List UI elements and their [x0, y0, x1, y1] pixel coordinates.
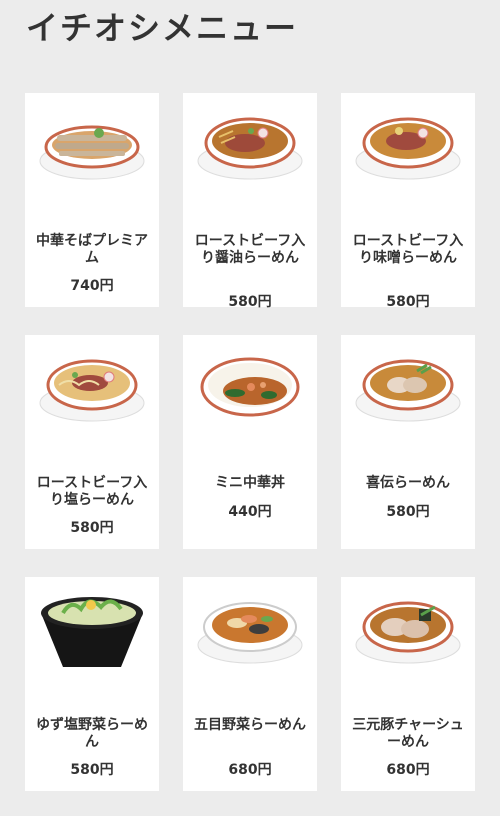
menu-item-price: 580円 [228, 294, 272, 310]
menu-item-name: ローストビーフ入り味噌らーめん [352, 233, 464, 266]
ramen-bowl-image [351, 583, 465, 683]
ramen-bowl-image [193, 583, 307, 683]
ramen-bowl-image [35, 341, 149, 441]
menu-item-price: 580円 [70, 762, 114, 778]
menu-card-roastbeef-miso[interactable]: ローストビーフ入り味噌らーめん 580円 [341, 93, 475, 310]
menu-item-price: 740円 [70, 278, 114, 294]
menu-item-name: 三元豚チャーシューめん [352, 717, 464, 750]
menu-item-price: 680円 [386, 762, 430, 778]
menu-item-name: 五目野菜らーめん [194, 717, 306, 733]
menu-item-name: ローストビーフ入り醤油らーめん [194, 233, 306, 266]
menu-item-name: ミニ中華丼 [215, 475, 285, 491]
menu-card-roastbeef-shio[interactable]: ローストビーフ入り塩らーめん 580円 [25, 335, 159, 549]
menu-item-price: 580円 [386, 294, 430, 310]
menu-item-name: 喜伝らーめん [366, 475, 450, 491]
ramen-bowl-image [35, 99, 149, 199]
ramen-bowl-image [351, 341, 465, 441]
ramen-bowl-image [35, 583, 149, 683]
ramen-bowl-image [193, 99, 307, 199]
rice-bowl-image [193, 341, 307, 441]
menu-item-price: 580円 [386, 504, 430, 520]
menu-card-chuka-soba-premium[interactable]: 中華そばプレミアム 740円 [25, 93, 159, 307]
menu-card-yuzu-shio-yasai[interactable]: ゆず塩野菜らーめん 580円 [25, 577, 159, 791]
menu-item-price: 440円 [228, 504, 272, 520]
ramen-bowl-image [351, 99, 465, 199]
menu-item-price: 580円 [70, 520, 114, 536]
menu-item-price: 680円 [228, 762, 272, 778]
menu-card-kiden-ramen[interactable]: 喜伝らーめん 580円 [341, 335, 475, 549]
page-title: イチオシメニュー [26, 9, 299, 47]
menu-card-mini-chukadon[interactable]: ミニ中華丼 440円 [183, 335, 317, 549]
menu-item-name: ゆず塩野菜らーめん [36, 717, 148, 750]
menu-card-sangenton-chashumen[interactable]: 三元豚チャーシューめん 680円 [341, 577, 475, 791]
menu-card-roastbeef-shoyu[interactable]: ローストビーフ入り醤油らーめん 580円 [183, 93, 317, 310]
menu-item-name: 中華そばプレミアム [36, 233, 148, 266]
menu-card-gomoku-yasai[interactable]: 五目野菜らーめん 680円 [183, 577, 317, 791]
menu-item-name: ローストビーフ入り塩らーめん [36, 475, 148, 508]
